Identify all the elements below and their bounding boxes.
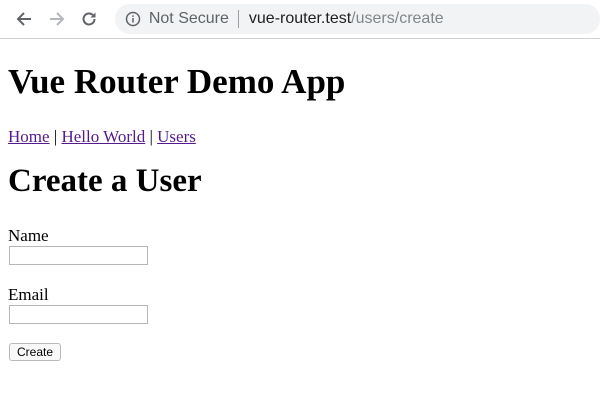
url-host: vue-router.test: [248, 10, 352, 27]
nav-link-home[interactable]: Home: [8, 127, 50, 146]
security-label[interactable]: Not Secure: [149, 10, 229, 28]
reload-button[interactable]: [78, 7, 101, 31]
app-title: Vue Router Demo App: [8, 62, 346, 101]
nav-separator: |: [149, 127, 153, 146]
url-path: /users/create: [351, 10, 444, 27]
forward-button[interactable]: [45, 7, 68, 31]
create-user-form: Name Email Create: [8, 227, 592, 361]
omnibox-divider: [237, 10, 239, 28]
email-field[interactable]: [9, 305, 148, 324]
page-title: Create a User: [8, 163, 202, 199]
email-label: Email: [8, 285, 49, 304]
reload-icon: [82, 12, 96, 26]
create-button[interactable]: Create: [9, 343, 62, 361]
name-field[interactable]: [9, 246, 148, 265]
name-label: Name: [8, 226, 49, 245]
back-arrow-icon: [16, 12, 31, 26]
nav-link-hello-world[interactable]: Hello World: [61, 127, 145, 146]
address-bar[interactable]: Not Secure vue-router.test/users/create: [114, 4, 600, 34]
nav-link-users[interactable]: Users: [157, 127, 196, 146]
info-icon[interactable]: [125, 11, 141, 27]
page-content: Vue Router Demo App Home | Hello World |…: [0, 62, 600, 361]
forward-arrow-icon: [49, 12, 65, 26]
nav-separator: |: [53, 127, 58, 146]
back-button[interactable]: [12, 7, 35, 31]
browser-toolbar: Not Secure vue-router.test/users/create: [0, 0, 600, 39]
main-nav: Home | Hello World | Users: [8, 127, 592, 147]
